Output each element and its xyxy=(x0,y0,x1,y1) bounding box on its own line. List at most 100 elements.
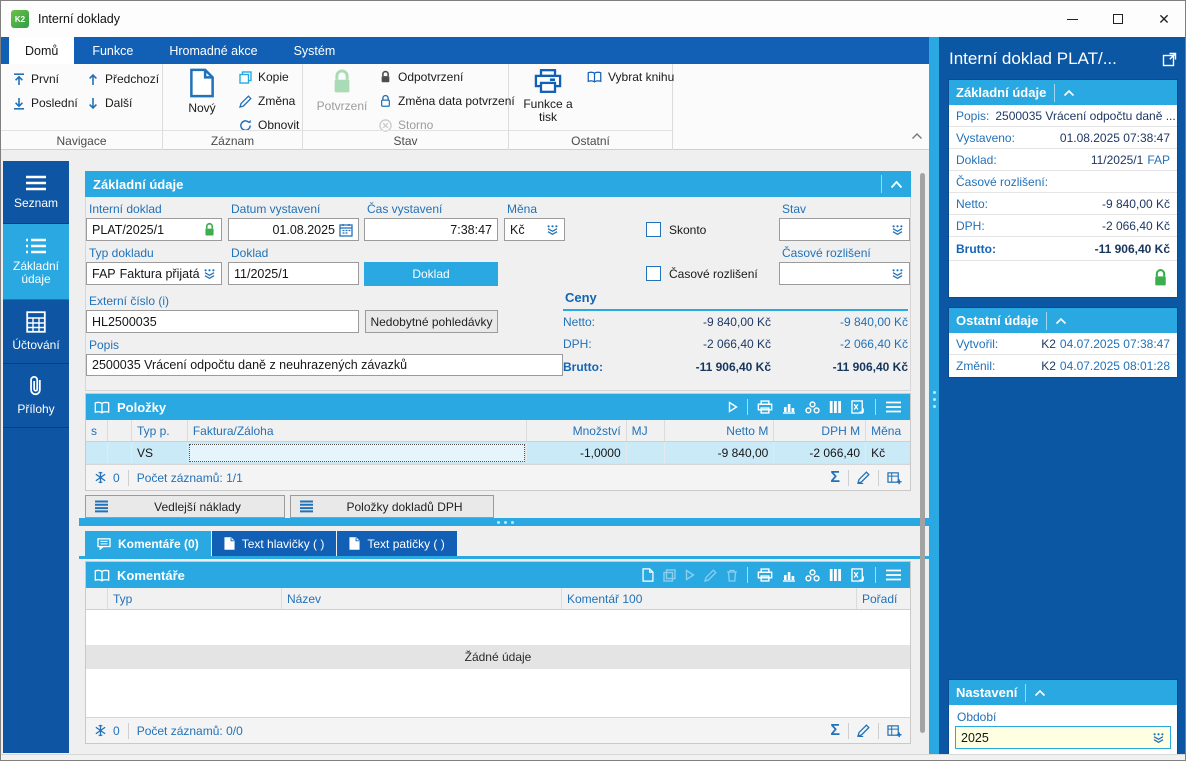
casove-rozliseni-checkbox[interactable]: Časové rozlišení xyxy=(646,266,758,281)
sidebar-item-prilohy[interactable]: Přílohy xyxy=(3,364,69,428)
col-dph-m[interactable]: DPH M xyxy=(774,420,867,441)
tab-text-paticky[interactable]: Text patičky ( ) xyxy=(337,531,457,556)
ribbon-tab-hromadne-akce[interactable]: Hromadné akce xyxy=(151,37,275,64)
col-poradi[interactable]: Pořadí xyxy=(857,588,910,609)
unconfirm-button[interactable]: Odpotvrzení xyxy=(379,70,463,84)
sidebar-item-zakladni-udaje[interactable]: Základní údaje xyxy=(3,224,69,300)
mena-combobox[interactable]: Kč xyxy=(504,218,565,241)
col-mena[interactable]: Měna xyxy=(866,420,910,441)
vertical-splitter[interactable] xyxy=(929,37,939,760)
tab-text-hlavicky[interactable]: Text hlavičky ( ) xyxy=(211,531,337,556)
run-icon[interactable] xyxy=(728,401,738,413)
col-netto-m[interactable]: Netto M xyxy=(665,420,775,441)
collapse-card-button[interactable] xyxy=(1054,83,1075,102)
excel-export-icon[interactable] xyxy=(851,400,866,414)
close-button[interactable]: ✕ xyxy=(1141,1,1185,37)
select-book-button[interactable]: Vybrat knihu xyxy=(587,70,674,84)
confirm-button[interactable]: Potvrzení xyxy=(311,68,373,113)
open-external-icon[interactable] xyxy=(1162,52,1177,67)
sidebar-item-uctovani[interactable]: Účtování xyxy=(3,300,69,364)
maximize-button[interactable] xyxy=(1095,1,1141,37)
col-komentar[interactable]: Komentář 100 xyxy=(562,588,857,609)
sum-icon[interactable]: Σ xyxy=(830,722,840,740)
col-s[interactable]: s xyxy=(86,420,108,441)
grid-add-icon[interactable] xyxy=(887,724,902,738)
horizontal-splitter[interactable] xyxy=(79,518,931,526)
workflow-icon[interactable] xyxy=(805,400,820,414)
columns-icon[interactable] xyxy=(829,400,842,414)
col-faktura-zaloha[interactable]: Faktura/Záloha xyxy=(188,420,527,441)
copy-button[interactable]: Kopie xyxy=(239,70,289,84)
obdobi-combobox[interactable]: 2025 xyxy=(955,726,1171,749)
menu-icon[interactable] xyxy=(885,401,902,413)
doklad-label: Doklad xyxy=(231,246,269,260)
col-typ[interactable]: Typ xyxy=(108,588,282,609)
grid-add-icon[interactable] xyxy=(887,471,902,485)
cas-field[interactable]: 7:38:47 xyxy=(364,218,498,241)
panel-row-doklad: Doklad: 11/2025/1 FAP xyxy=(949,149,1177,171)
col-blank[interactable] xyxy=(108,420,132,441)
arrow-up-bar-icon xyxy=(14,72,24,85)
snowflake-icon[interactable] xyxy=(94,724,107,737)
nedobytne-pohledavky-button[interactable]: Nedobytné pohledávky xyxy=(365,310,498,333)
collapse-card-button[interactable] xyxy=(1025,683,1046,702)
chart-icon[interactable] xyxy=(782,401,796,414)
edit-icon[interactable] xyxy=(704,568,717,582)
menu-icon[interactable] xyxy=(885,569,902,581)
new-document-icon[interactable] xyxy=(642,568,654,582)
edit-icon[interactable] xyxy=(857,471,870,484)
functions-print-button[interactable]: Funkce a tisk xyxy=(517,68,579,124)
datum-field[interactable]: 01.08.2025 xyxy=(228,218,359,241)
tab-komentare[interactable]: Komentáře (0) xyxy=(85,531,211,556)
polozky-row[interactable]: VS -1,0000 -9 840,00 -2 066,40 Kč xyxy=(86,442,910,464)
new-button[interactable]: Nový xyxy=(171,68,233,115)
popis-field[interactable]: 2500035 Vrácení odpočtu daně z neuhrazen… xyxy=(86,354,563,376)
chart-icon[interactable] xyxy=(782,569,796,582)
sidebar-item-seznam[interactable]: Seznam xyxy=(3,161,69,224)
edit-icon[interactable] xyxy=(857,724,870,737)
doklad-field[interactable]: 11/2025/1 xyxy=(228,262,359,285)
snowflake-icon[interactable] xyxy=(94,471,107,484)
excel-export-icon[interactable] xyxy=(851,568,866,582)
print-icon[interactable] xyxy=(757,568,773,582)
change-button[interactable]: Změna xyxy=(239,94,295,108)
lock-green-icon xyxy=(205,222,214,236)
typ-dokladu-combobox[interactable]: FAP Faktura přijatá xyxy=(86,262,222,285)
ribbon-collapse-button[interactable] xyxy=(911,129,923,143)
collapse-card-button[interactable] xyxy=(1046,311,1067,330)
minimize-button[interactable] xyxy=(1049,1,1095,37)
ribbon-tab-funkce[interactable]: Funkce xyxy=(74,37,151,64)
columns-icon[interactable] xyxy=(829,568,842,582)
ribbon-tab-domu[interactable]: Domů xyxy=(9,37,75,64)
interni-doklad-field[interactable]: PLAT/2025/1 xyxy=(86,218,222,241)
print-icon[interactable] xyxy=(757,400,773,414)
last-button[interactable]: Poslední xyxy=(13,96,78,110)
next-button[interactable]: Další xyxy=(87,96,132,110)
delete-icon[interactable] xyxy=(726,569,738,582)
casove-rozliseni-combobox[interactable] xyxy=(779,262,910,285)
workflow-icon[interactable] xyxy=(805,568,820,582)
cell-faktura-selected[interactable] xyxy=(188,442,527,463)
skonto-checkbox[interactable]: Skonto xyxy=(646,222,706,237)
run-icon[interactable] xyxy=(685,569,695,581)
col-mnozstvi[interactable]: Množství xyxy=(527,420,627,441)
col-nazev[interactable]: Název xyxy=(282,588,562,609)
col-mj[interactable]: MJ xyxy=(627,420,665,441)
record-count: Počet záznamů: 0/0 xyxy=(136,723,243,738)
stav-combobox[interactable] xyxy=(779,218,910,241)
first-button[interactable]: První xyxy=(13,72,59,86)
collapse-section-button[interactable] xyxy=(881,175,903,193)
vedlejsi-naklady-button[interactable]: Vedlejší náklady xyxy=(85,495,285,518)
polozky-dokladu-dph-button[interactable]: Položky dokladů DPH xyxy=(290,495,494,518)
externi-cislo-field[interactable]: HL2500035 xyxy=(86,310,359,333)
doklad-button[interactable]: Doklad xyxy=(364,262,498,286)
document-icon xyxy=(224,537,235,550)
calendar-icon[interactable] xyxy=(339,223,353,237)
change-confirm-date-button[interactable]: Změna data potvrzení xyxy=(379,94,515,108)
vertical-scrollbar[interactable] xyxy=(920,173,925,733)
sum-icon[interactable]: Σ xyxy=(830,469,840,487)
col-typ-p[interactable]: Typ p. xyxy=(132,420,188,441)
previous-button[interactable]: Předchozí xyxy=(87,72,159,86)
copy-icon[interactable] xyxy=(663,568,676,582)
ribbon-tab-system[interactable]: Systém xyxy=(276,37,354,64)
